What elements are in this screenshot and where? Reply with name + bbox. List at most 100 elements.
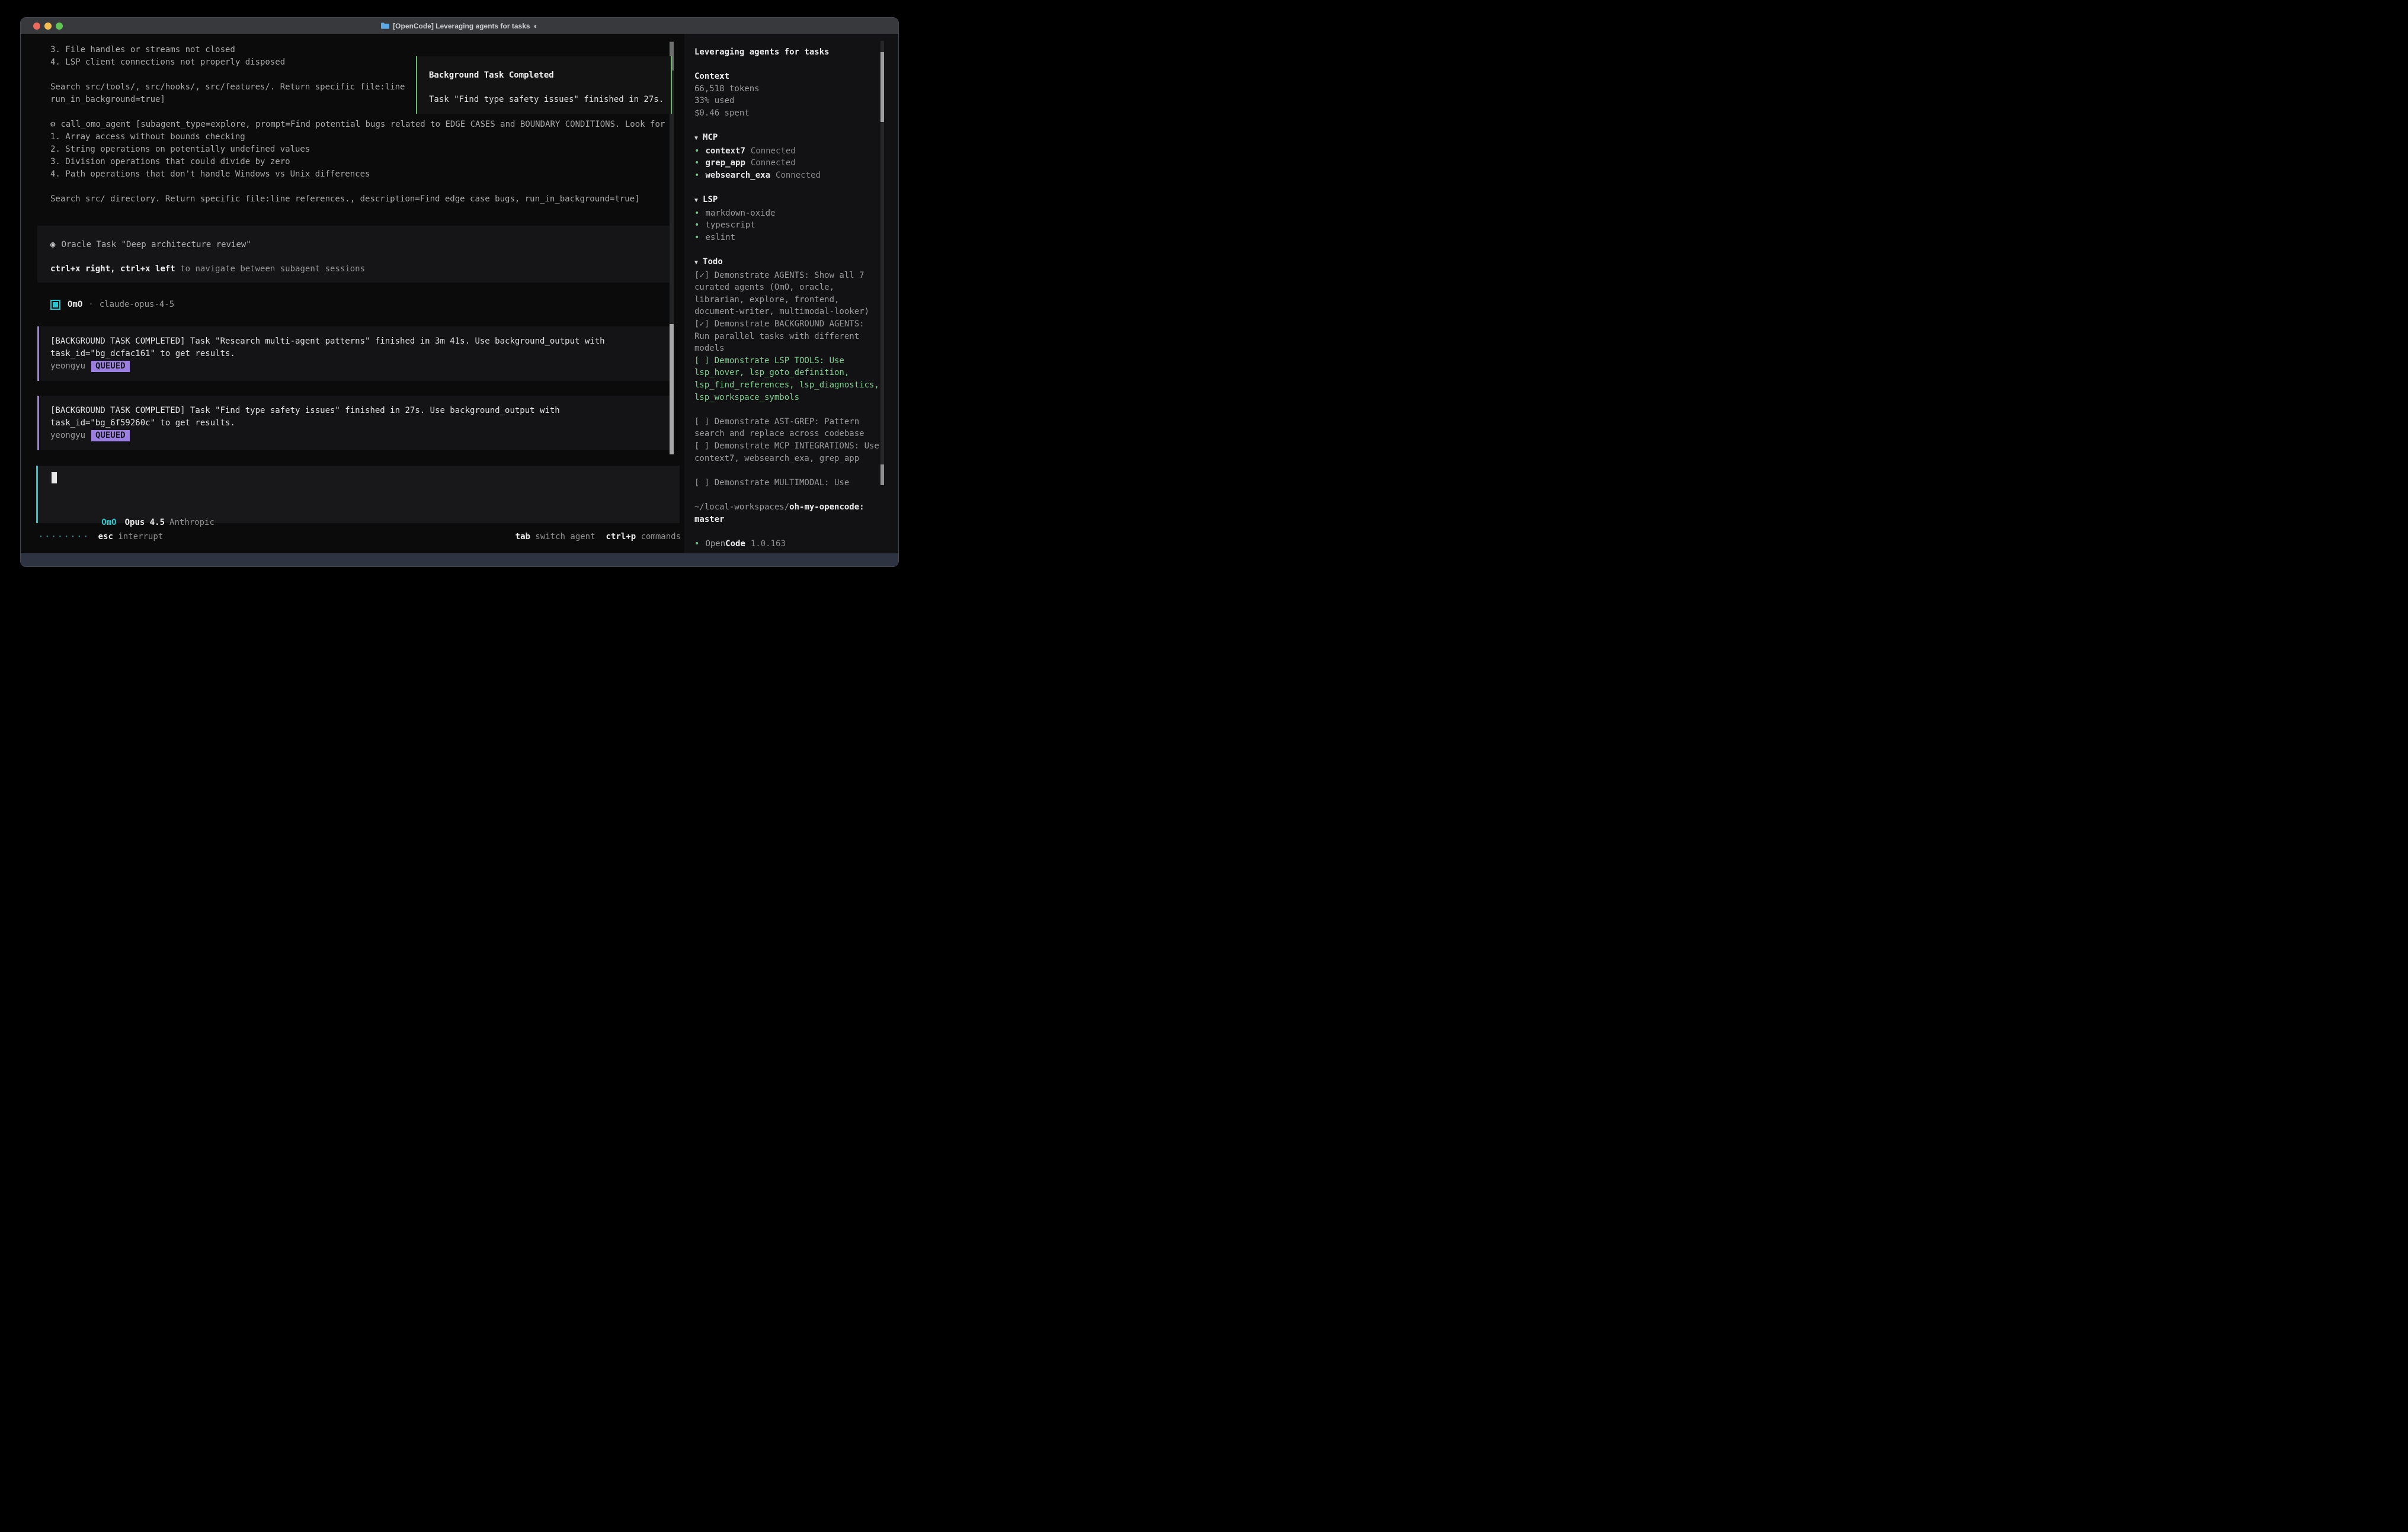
toast-body: Task "Find type safety issues" finished … (429, 94, 671, 106)
selected-model: Opus 4.5 (125, 518, 165, 527)
hint-text: to navigate between subagent sessions (180, 264, 365, 274)
spinner-dots-icon: ········ (39, 531, 90, 543)
separator-dot: · (88, 299, 93, 311)
oracle-task-title: ◉ Oracle Task "Deep architecture review" (50, 239, 670, 251)
context-used: 33% used (694, 95, 879, 107)
status-dot-icon: • (694, 539, 699, 549)
record-dot-icon: ◉ (50, 240, 55, 249)
tool-call-item: 1. Array access without bounds checking (50, 131, 665, 143)
esc-shortcut-label (113, 531, 118, 543)
toast-title: Background Task Completed (429, 69, 671, 82)
folder-icon (381, 23, 389, 29)
main-scrollbar-thumb[interactable] (670, 324, 674, 454)
terminal-main-pane: 3. File handles or streams not closed 4.… (21, 34, 684, 553)
status-dot-icon: • (694, 220, 699, 230)
status-dot-icon: • (694, 146, 699, 156)
tool-call-header: call_omo_agent [subagent_type=explore, p… (60, 120, 665, 129)
task-message-line: task_id="bg_6f59260c" to get results. (50, 417, 670, 430)
model-selector[interactable]: OmOOpus 4.5Anthropic (52, 504, 214, 517)
workspace-path: ~/local-workspaces/oh-my-opencode: maste… (694, 501, 879, 525)
oracle-task-label: Oracle Task "Deep architecture review" (61, 240, 251, 249)
lsp-name: markdown-oxide (705, 209, 775, 218)
lsp-item: • markdown-oxide (694, 207, 879, 220)
chevron-down-icon: ▼ (694, 197, 698, 204)
window-titlebar: [OpenCode] Leveraging agents for tasks ◐ (21, 18, 898, 34)
text-cursor (52, 472, 57, 483)
mcp-heading: MCP (703, 133, 718, 142)
task-message-line: [BACKGROUND TASK COMPLETED] Task "Resear… (50, 335, 670, 348)
mcp-item: •websearch_exaConnected (694, 169, 879, 182)
lsp-heading: LSP (703, 195, 718, 204)
app-name-prefix: Open (705, 539, 725, 549)
session-sidebar: Leveraging agents for tasks Context 66,5… (684, 34, 898, 553)
todo-item: [✓] Demonstrate BACKGROUND AGENTS: Run p… (694, 318, 879, 355)
context-spent: $0.46 spent (694, 107, 879, 120)
mcp-item: • grep_app Connected (694, 157, 879, 169)
task-user: yeongyu (50, 360, 85, 373)
oracle-task-panel: ◉Oracle Task "Deep architecture review" … (37, 226, 670, 283)
esc-shortcut: esc (98, 531, 113, 543)
tab-shortcut-label: switch agent (535, 532, 595, 541)
tab-shortcut: tab (515, 532, 530, 541)
context-heading: Context (694, 70, 879, 83)
background-task-message: [BACKGROUND TASK COMPLETED] Task "Find t… (37, 396, 670, 450)
todo-item: [ ] Demonstrate AST-GREP: Pattern search… (694, 416, 879, 440)
lsp-name: eslint (705, 233, 735, 242)
opencode-window: [OpenCode] Leveraging agents for tasks ◐… (20, 17, 899, 567)
status-badge: QUEUED (91, 430, 130, 441)
sidebar-scrollbar-thumb-lower[interactable] (880, 464, 884, 485)
tool-call-line: ⚙ call_omo_agent [subagent_type=explore, … (50, 118, 665, 131)
scrollback-line: 3. File handles or streams not closed (50, 44, 665, 56)
hint-key: ctrl+x left (120, 264, 175, 274)
mcp-status: Connected (751, 146, 796, 156)
workspace-path-prefix: ~/local-workspaces/ (694, 502, 789, 512)
close-button[interactable] (33, 23, 40, 30)
todo-item: [✓] Demonstrate AGENTS: Show all 7 curat… (694, 270, 879, 318)
task-message-line: [BACKGROUND TASK COMPLETED] Task "Find t… (50, 405, 670, 417)
status-dot-icon: • (694, 209, 699, 218)
todo-heading: Todo (703, 257, 723, 267)
window-bottom-edge (21, 553, 898, 566)
window-title-text: [OpenCode] Leveraging agents for tasks (393, 22, 530, 30)
session-state-icon: ◐ (534, 22, 538, 30)
mcp-section-header[interactable]: ▼MCP (694, 132, 879, 145)
prompt-input[interactable]: OmOOpus 4.5Anthropic (36, 466, 680, 523)
mcp-name: context7 (705, 146, 745, 156)
todo-section-header[interactable]: ▼Todo (694, 256, 879, 270)
todo-item: [ ] Demonstrate MULTIMODAL: Use (694, 477, 879, 489)
tool-call-item: 2. String operations on potentially unde… (50, 143, 665, 156)
status-dot-icon: • (694, 158, 699, 168)
agent-model: claude-opus-4-5 (100, 299, 174, 311)
mcp-name: websearch_exa (705, 171, 770, 180)
task-message-line: task_id="bg_dcfac161" to get results. (50, 348, 670, 360)
commands-shortcut: ctrl+p (606, 532, 636, 541)
selected-agent: OmO (101, 518, 116, 527)
status-bar: ········ esc interrupt tab switch agent … (39, 531, 681, 543)
version-row: •OpenCode1.0.163 (694, 538, 879, 550)
mcp-status: Connected (751, 158, 796, 168)
context-tokens: 66,518 tokens (694, 83, 879, 95)
status-dot-icon: • (694, 233, 699, 242)
status-dot-icon: • (694, 171, 699, 180)
mcp-name: grep_app (705, 158, 745, 168)
lsp-item: •typescript (694, 219, 879, 232)
minimize-button[interactable] (44, 23, 52, 30)
tool-call-tail: Search src/ directory. Return specific f… (50, 193, 665, 206)
background-task-toast: Background Task Completed Task "Find typ… (416, 56, 672, 114)
model-provider: Anthropic (169, 518, 214, 527)
agent-name: OmO (68, 299, 82, 311)
background-task-message: [BACKGROUND TASK COMPLETED] Task "Resear… (37, 326, 670, 381)
mcp-item: • context7 Connected (694, 145, 879, 158)
app-name-suffix: Code (725, 539, 745, 549)
agent-square-icon (50, 300, 60, 310)
tool-call-item: 4. Path operations that don't handle Win… (50, 168, 665, 181)
todo-item: [ ] Demonstrate MCP INTEGRATIONS: Use co… (694, 440, 879, 464)
agent-session-header: OmO · claude-opus-4-5 (50, 299, 174, 311)
zoom-button[interactable] (56, 23, 63, 30)
traffic-lights (33, 23, 63, 30)
sidebar-scrollbar-thumb[interactable] (880, 52, 884, 122)
lsp-section-header[interactable]: ▼ LSP (694, 194, 879, 207)
gear-icon: ⚙ (50, 120, 55, 129)
status-badge: QUEUED (91, 361, 130, 372)
todo-item: [ ] Demonstrate LSP TOOLS: Use lsp_hover… (694, 355, 879, 403)
